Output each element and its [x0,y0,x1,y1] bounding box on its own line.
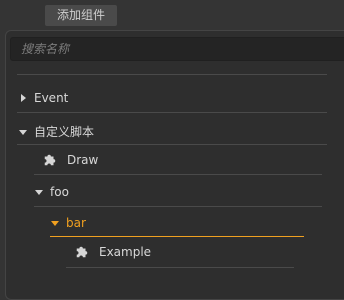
chevron-down-icon[interactable] [19,129,27,135]
tree-item-event[interactable]: Event [21,88,68,108]
tree-item-label: foo [50,185,69,199]
chevron-down-icon[interactable] [35,189,43,195]
tree-item-foo[interactable]: foo [35,182,69,202]
tree-item-bar[interactable]: bar [51,213,86,233]
search-input[interactable] [10,37,344,61]
puzzle-icon [44,154,56,166]
chevron-down-icon[interactable] [51,220,59,226]
tree-item-label: Event [34,91,69,105]
selected-underline [50,236,304,237]
divider [17,144,327,145]
tree-item-label: bar [66,216,86,230]
tree-item-label: 自定义脚本 [34,125,95,139]
tab-add-component[interactable]: 添加组件 [45,5,117,26]
puzzle-icon [76,246,88,258]
tree-item-example[interactable]: Example [75,242,151,262]
tree-item-label: Draw [67,153,99,167]
divider [66,267,294,268]
tree-item-label: Example [99,245,152,259]
tree-item-draw[interactable]: Draw [43,150,98,170]
tree-item-custom-scripts[interactable]: 自定义脚本 [19,122,94,142]
divider [17,74,327,75]
divider [34,174,322,175]
divider [34,206,322,207]
chevron-right-icon[interactable] [21,94,26,102]
divider [17,112,327,113]
